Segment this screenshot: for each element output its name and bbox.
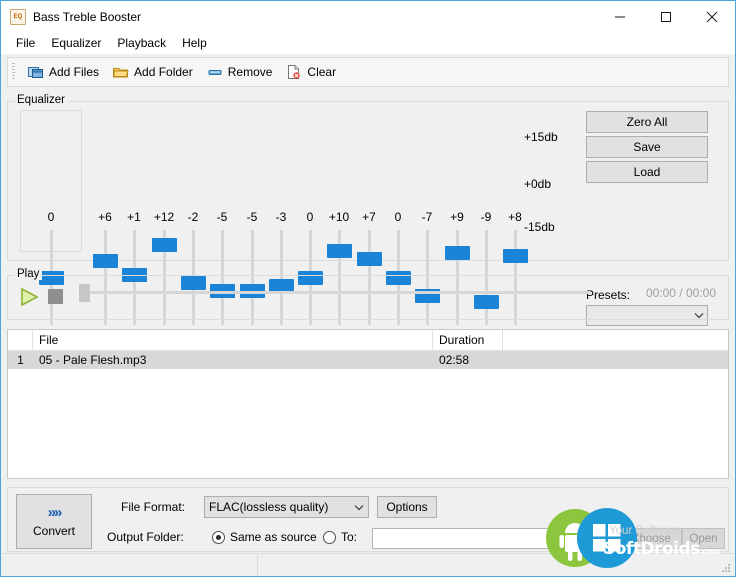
equalizer-group: Equalizer 0PREAMP+630+150+1275-2120-5190… [7,94,729,348]
equalizer-app-icon: EQ [10,8,26,25]
convert-panel: »» Convert File Format: FLAC(lossless qu… [7,487,729,552]
eq-thumb-f7-6k[interactable] [445,246,470,261]
clear-button[interactable]: Clear [279,59,343,85]
options-button[interactable]: Options [377,496,437,518]
load-button[interactable]: Load [586,161,708,183]
status-bar [2,553,734,576]
file-format-dropdown[interactable]: FLAC(lossless quality) [204,496,369,518]
db-label-plus15: +15db [524,130,558,144]
window-title: Bass Treble Booster [33,9,142,24]
eq-thumb-f1-2k[interactable] [327,243,352,258]
clear-label: Clear [307,65,337,79]
menu-playback[interactable]: Playback [109,34,174,52]
minimize-button[interactable] [597,1,643,32]
radio-to-folder[interactable]: To: [323,530,357,544]
equalizer-legend: Equalizer [14,94,68,106]
row-filename: 05 - Pale Flesh.mp3 [39,353,147,367]
menu-file[interactable]: File [8,34,43,52]
save-button[interactable]: Save [586,136,708,158]
double-chevron-right-icon: »» [47,504,63,521]
eq-thumb-f75[interactable] [152,238,177,253]
maximize-button[interactable] [643,1,689,32]
column-header-duration[interactable]: Duration [433,329,503,351]
column-header-index[interactable] [8,329,33,351]
open-folder-button[interactable]: Open [682,528,725,549]
convert-button[interactable]: »» Convert [16,494,92,549]
remove-label: Remove [227,65,273,79]
stop-button[interactable] [48,289,63,304]
output-path-input[interactable] [372,528,617,549]
add-folder-label: Add Folder [134,65,193,79]
eq-thumb-f19k[interactable] [503,248,528,263]
resize-grip[interactable] [721,563,731,573]
chevron-down-icon [350,504,368,511]
add-files-button[interactable]: Add Files [21,59,106,85]
play-button[interactable] [18,286,40,308]
folder-icon [113,64,129,80]
status-bar-divider [257,554,258,576]
radio-to-folder-label: To: [341,530,358,544]
radio-to-folder-indicator[interactable] [323,530,336,544]
zero-all-button[interactable]: Zero All [586,111,708,133]
add-files-icon [28,64,44,80]
seek-slider-thumb[interactable] [79,284,90,303]
close-button[interactable] [689,1,735,32]
toolbar-grip[interactable] [12,63,15,81]
choose-folder-button[interactable]: Choose [620,528,682,549]
eq-thumb-f1-9k[interactable] [357,251,382,266]
file-format-label: File Format: [121,500,186,514]
convert-button-label: Convert [32,524,76,538]
seek-slider-track[interactable] [90,291,590,294]
menu-help[interactable]: Help [174,34,215,52]
toolbar: Add Files Add Folder Remove Clear [7,57,729,87]
window-controls [597,1,735,32]
title-bar: EQ Bass Treble Booster [1,1,735,32]
table-row[interactable]: 1 05 - Pale Flesh.mp3 02:58 [8,351,728,369]
output-folder-label: Output Folder: [107,530,184,544]
file-list-header: File Duration [8,329,728,351]
add-folder-button[interactable]: Add Folder [106,59,200,85]
playback-time: 00:00 / 00:00 [645,286,716,300]
remove-button[interactable]: Remove [200,59,280,85]
radio-same-as-source[interactable]: Same as source [212,530,317,544]
column-header-file[interactable]: File [33,329,433,351]
remove-icon [207,64,223,80]
play-legend: Play [14,268,43,280]
row-duration: 02:58 [439,353,470,367]
radio-same-as-source-indicator[interactable] [212,530,225,544]
db-label-zero: +0db [524,177,552,191]
file-list[interactable]: File Duration 1 05 - Pale Flesh.mp3 02:5… [7,329,729,479]
radio-same-as-source-label: Same as source [230,530,317,544]
menu-equalizer[interactable]: Equalizer [43,34,109,52]
row-index: 1 [17,353,24,367]
file-format-value: FLAC(lossless quality) [209,500,329,514]
db-label-minus15: -15db [524,220,555,234]
eq-thumb-f30[interactable] [93,254,118,269]
add-files-label: Add Files [49,65,100,79]
clear-icon [286,64,302,80]
menu-bar: File Equalizer Playback Help [1,32,735,54]
play-group: Play 00:00 / 00:00 [7,268,729,320]
eq-value-preamp: 0 [47,210,55,224]
application-window: EQ Bass Treble Booster File Equalizer Pl… [0,0,736,577]
